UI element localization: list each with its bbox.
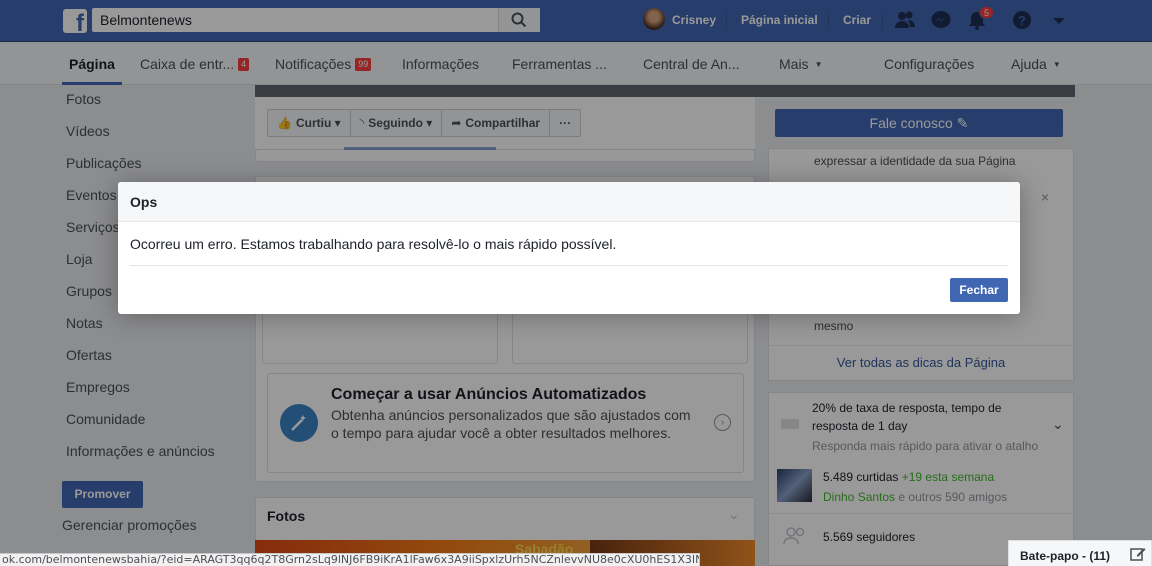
close-dialog-button[interactable]: Fechar	[950, 278, 1008, 302]
error-dialog: Ops Ocorreu um erro. Estamos trabalhando…	[118, 182, 1020, 314]
dialog-title: Ops	[118, 182, 1020, 222]
browser-status-url: ok.com/belmontenewsbahia/?eid=ARAGT3qq6q…	[0, 553, 700, 566]
dialog-message: Ocorreu um erro. Estamos trabalhando par…	[130, 222, 1008, 266]
new-message-icon[interactable]	[1130, 547, 1146, 561]
